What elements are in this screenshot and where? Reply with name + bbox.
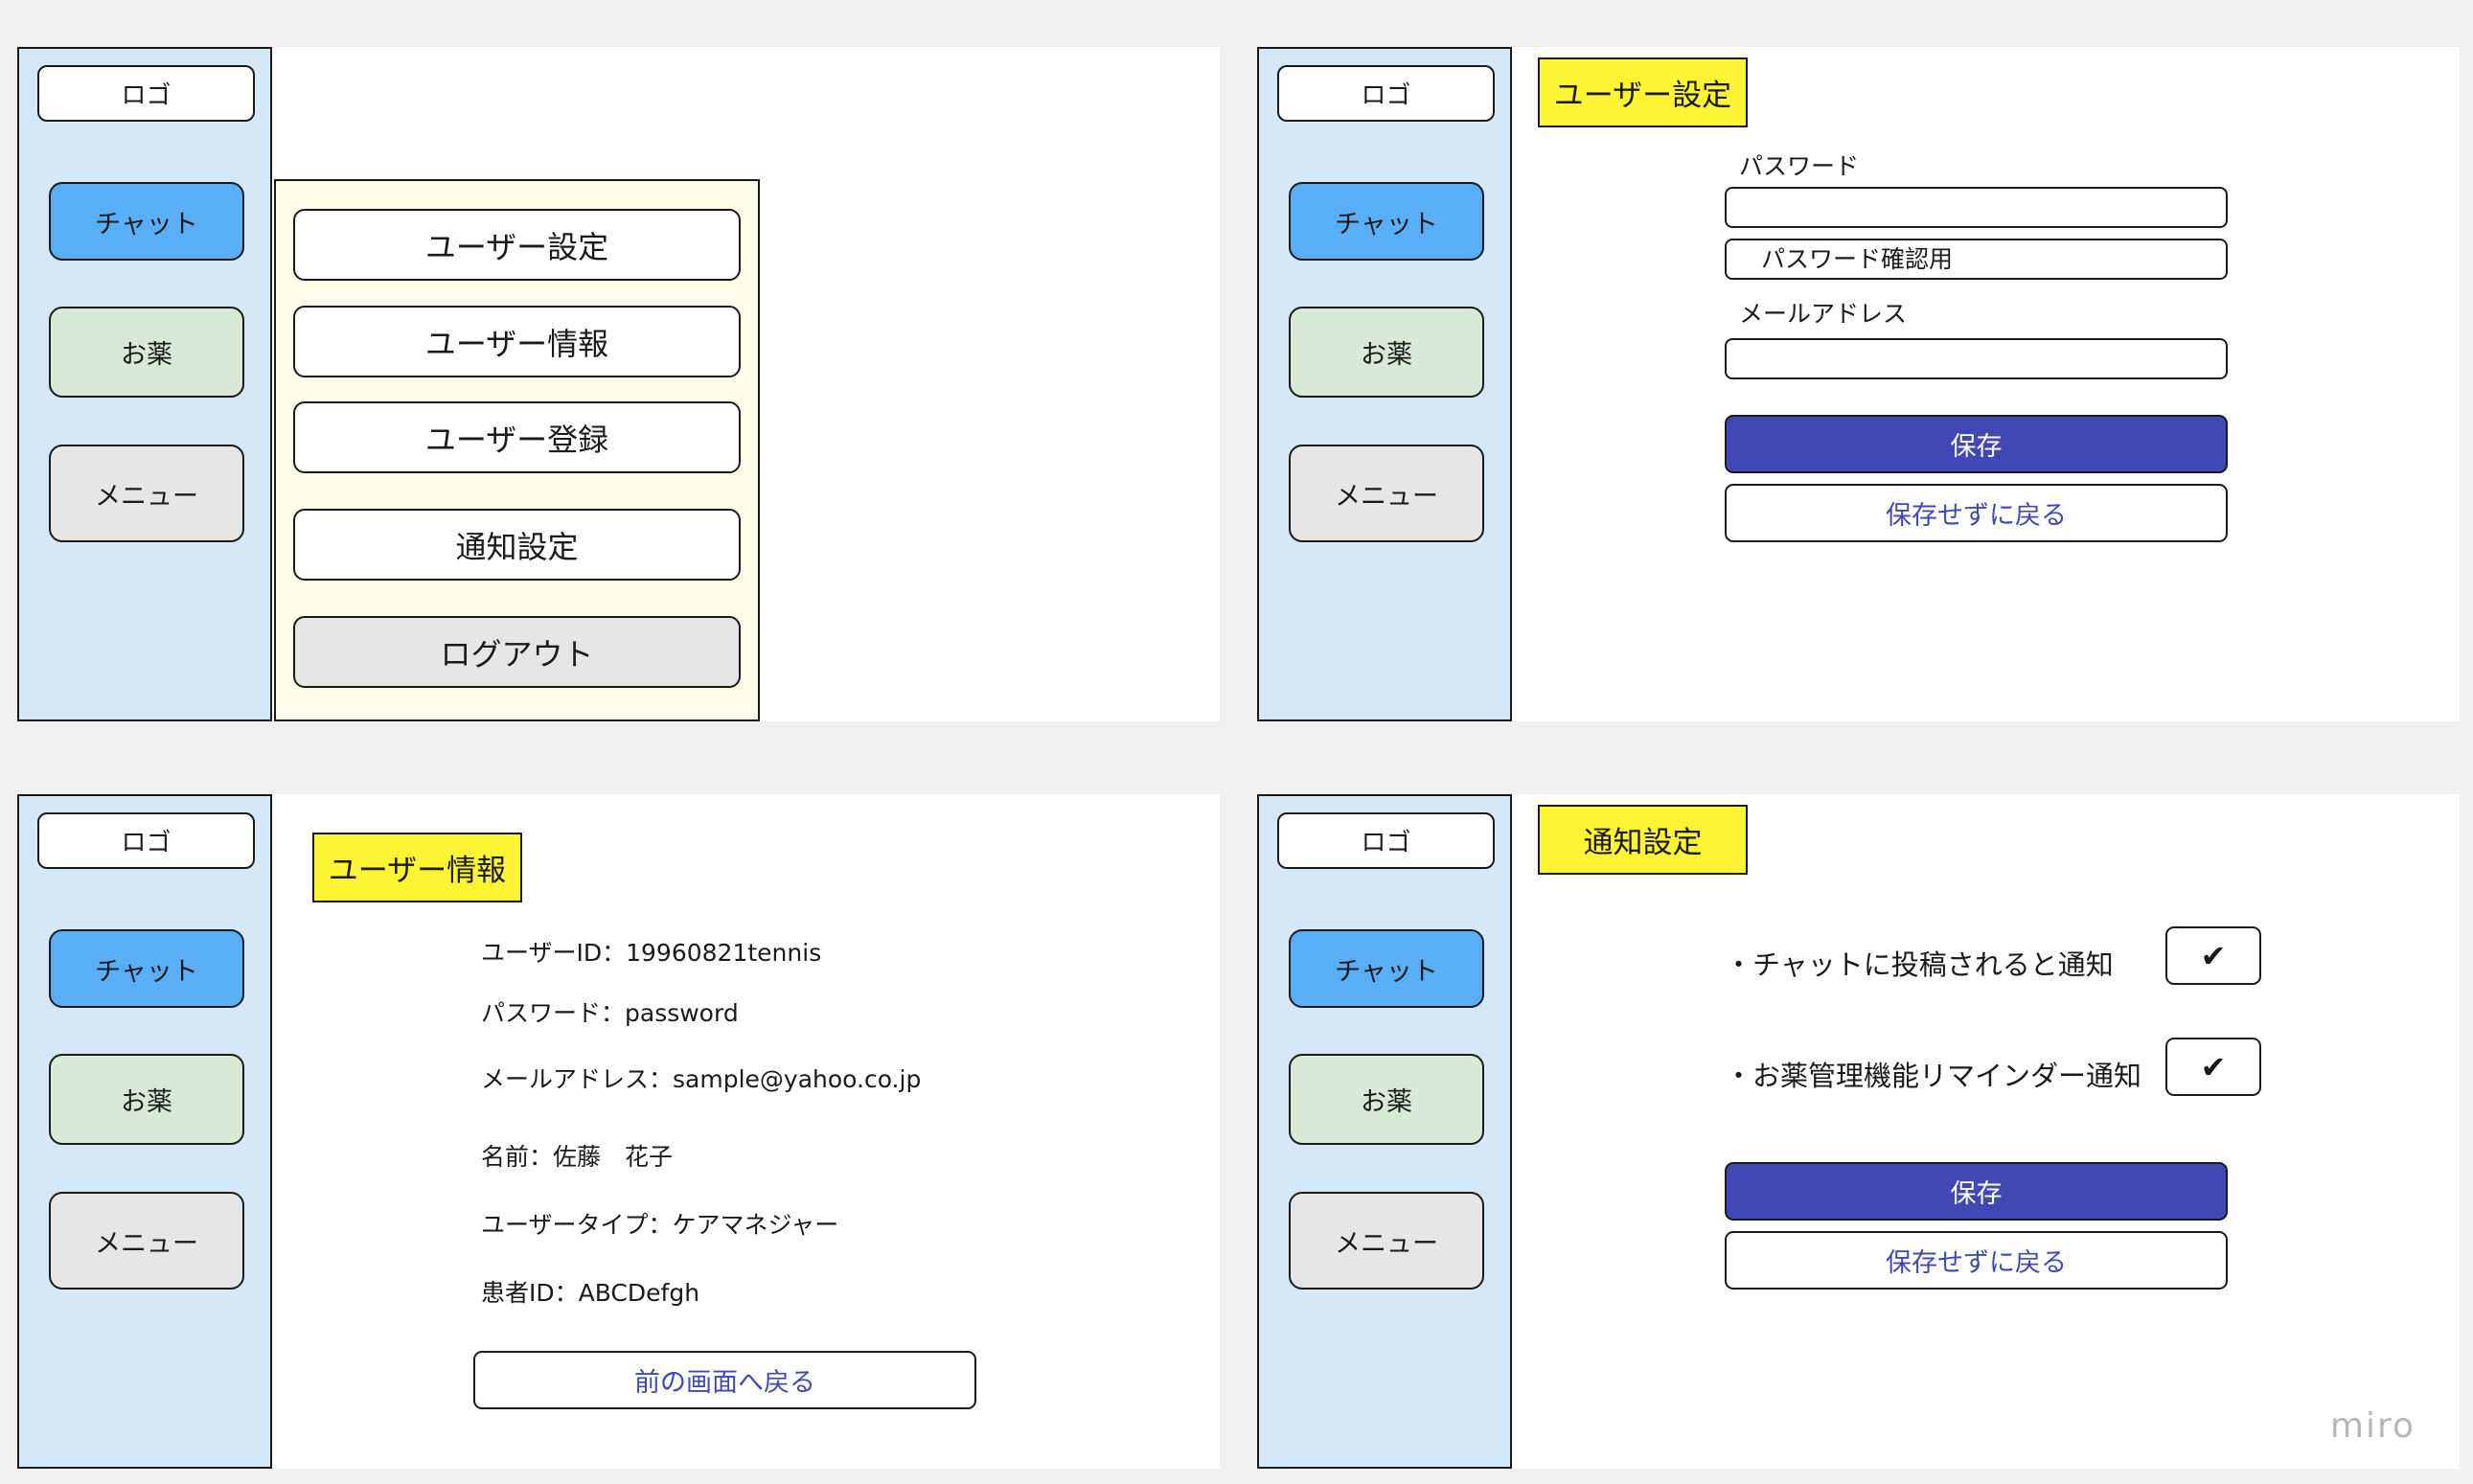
password-input[interactable] [1725,187,2228,228]
user-type-text: ユーザータイプ：ケアマネジャー [481,1211,839,1239]
save-button[interactable]: 保存 [1725,1162,2228,1221]
medicine-button[interactable]: お薬 [49,1054,244,1145]
page-title: 通知設定 [1538,805,1748,875]
medicine-reminder-checkbox[interactable]: ✔ [2165,1038,2261,1096]
sidebar: ロゴ チャット お薬 メニュー [1257,47,1512,721]
menu-item-user-info[interactable]: ユーザー情報 [293,306,741,377]
menu-button[interactable]: メニュー [49,1192,244,1290]
menu-item-logout[interactable]: ログアウト [293,616,741,688]
menu-screen-panel: ロゴ チャット お薬 メニュー ユーザー設定 ユーザー情報 ユーザー登録 通知設… [17,47,1220,721]
menu-dropdown: ユーザー設定 ユーザー情報 ユーザー登録 通知設定 ログアウト [274,179,760,721]
menu-item-notification-settings[interactable]: 通知設定 [293,509,741,581]
password-label: パスワード [1739,152,1860,180]
menu-button[interactable]: メニュー [49,445,244,542]
chat-notification-label: ・チャットに投稿されると通知 [1725,948,2114,981]
back-without-save-button[interactable]: 保存せずに戻る [1725,1231,2228,1290]
chat-notification-checkbox[interactable]: ✔ [2165,926,2261,985]
chat-button[interactable]: チャット [1289,182,1484,261]
medicine-button[interactable]: お薬 [1289,307,1484,398]
logo: ロゴ [37,812,255,869]
notification-settings-panel: ロゴ チャット お薬 メニュー 通知設定 ・チャットに投稿されると通知 ✔ ・お… [1257,794,2460,1469]
back-to-previous-button[interactable]: 前の画面へ戻る [473,1351,976,1409]
password-confirm-input[interactable] [1725,239,2228,280]
email-label: メールアドレス [1739,300,1908,328]
sidebar: ロゴ チャット お薬 メニュー [1257,794,1512,1469]
check-icon: ✔ [2200,1048,2227,1085]
menu-item-user-settings[interactable]: ユーザー設定 [293,209,741,281]
back-without-save-button[interactable]: 保存せずに戻る [1725,484,2228,542]
medicine-reminder-label: ・お薬管理機能リマインダー通知 [1725,1060,2142,1092]
user-id-text: ユーザーID：19960821tennis [481,939,822,967]
user-info-panel: ロゴ チャット お薬 メニュー ユーザー情報 ユーザーID：19960821te… [17,794,1220,1469]
user-settings-panel: ロゴ チャット お薬 メニュー ユーザー設定 パスワード メールアドレス 保存 … [1257,47,2460,721]
check-icon: ✔ [2200,937,2227,974]
sidebar: ロゴ チャット お薬 メニュー [17,794,272,1469]
name-text: 名前：佐藤 花子 [481,1143,674,1171]
page-title: ユーザー設定 [1538,57,1748,127]
page-title: ユーザー情報 [312,833,522,902]
menu-item-user-register[interactable]: ユーザー登録 [293,401,741,473]
chat-button[interactable]: チャット [49,929,244,1008]
patient-id-text: 患者ID：ABCDefgh [481,1279,700,1307]
miro-watermark: miro [2329,1406,2416,1446]
sidebar: ロゴ チャット お薬 メニュー [17,47,272,721]
logo: ロゴ [37,65,255,122]
logo: ロゴ [1277,812,1495,869]
save-button[interactable]: 保存 [1725,415,2228,473]
medicine-button[interactable]: お薬 [49,307,244,398]
email-input[interactable] [1725,338,2228,379]
medicine-button[interactable]: お薬 [1289,1054,1484,1145]
password-text: パスワード：password [481,999,739,1027]
menu-button[interactable]: メニュー [1289,1192,1484,1290]
email-text: メールアドレス：sample@yahoo.co.jp [481,1065,922,1093]
chat-button[interactable]: チャット [1289,929,1484,1008]
chat-button[interactable]: チャット [49,182,244,261]
menu-button[interactable]: メニュー [1289,445,1484,542]
logo: ロゴ [1277,65,1495,122]
